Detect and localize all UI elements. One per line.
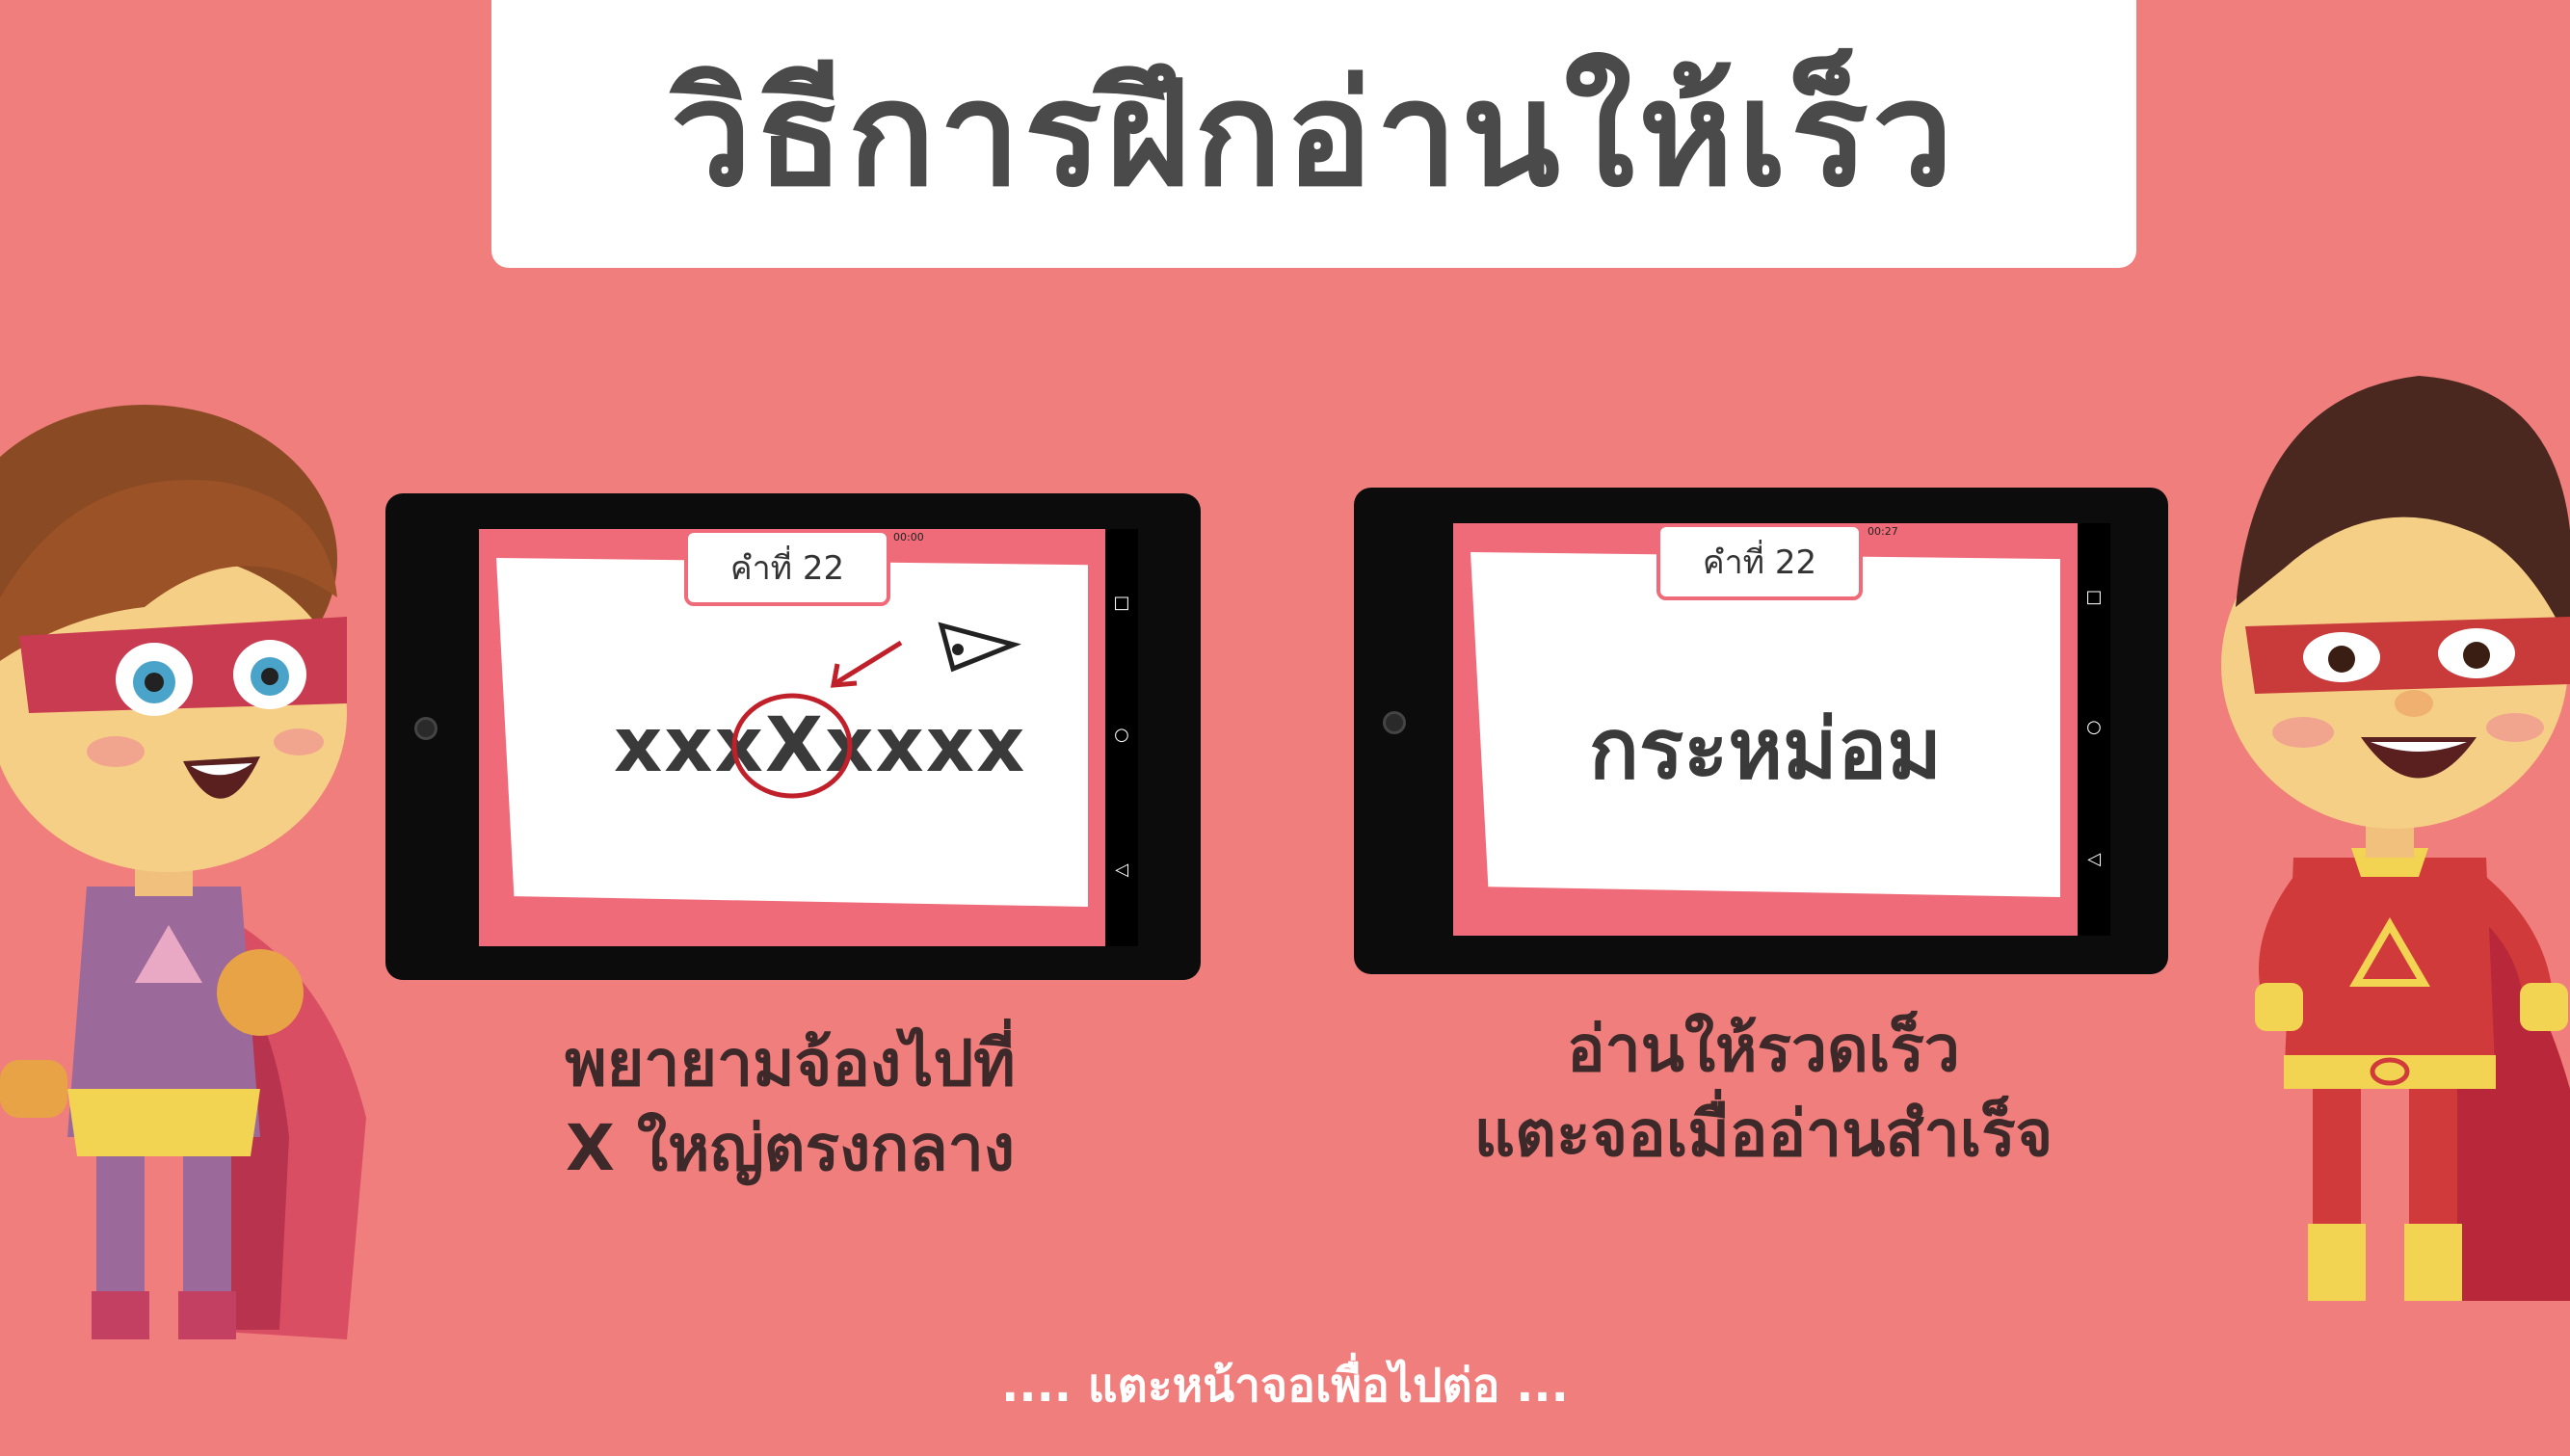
- triangle-back-icon[interactable]: ◁: [1115, 861, 1128, 879]
- reading-word: กระหม่อม: [1588, 702, 1943, 798]
- circle-icon[interactable]: ○: [1114, 727, 1129, 744]
- left-nav-bar: □ ○ ◁: [1105, 529, 1138, 946]
- left-caption-line1: พยายามจ้องไปที่: [565, 1026, 1016, 1100]
- left-caption: พยายามจ้องไปที่ X ใหญ่ตรงกลาง: [463, 1021, 1118, 1191]
- camera-icon: [414, 717, 437, 740]
- right-caption: อ่านให้รวดเร็ว แตะจอเมื่ออ่านสำเร็จ: [1407, 1007, 2120, 1177]
- girl-hero-illustration: [0, 405, 366, 1339]
- right-tablet-screen[interactable]: คำที่ 22 00:27 กระหม่อม: [1453, 523, 2078, 936]
- title-banner: วิธีการฝึกอ่านให้เร็ว: [491, 0, 2136, 268]
- timer-label: 00:27: [1868, 525, 1898, 538]
- boy-hero-illustration: [2221, 376, 2570, 1301]
- word-number-tag: คำที่ 22: [1656, 523, 1863, 600]
- left-tablet-screen[interactable]: คำที่ 22 00:00 xxxXxxxx: [479, 529, 1105, 946]
- square-icon[interactable]: □: [1113, 595, 1129, 612]
- square-icon[interactable]: □: [2085, 589, 2102, 606]
- right-nav-bar: □ ○ ◁: [2078, 523, 2110, 936]
- camera-icon: [1383, 711, 1406, 734]
- circle-icon[interactable]: ○: [2086, 719, 2102, 736]
- right-tablet: คำที่ 22 00:27 กระหม่อม □ ○ ◁: [1354, 488, 2168, 974]
- page-title: วิธีการฝึกอ่านให้เร็ว: [670, 51, 1958, 219]
- left-caption-line2: X ใหญ่ตรงกลาง: [565, 1111, 1016, 1185]
- triangle-back-icon[interactable]: ◁: [2087, 851, 2101, 868]
- tap-to-continue-hint[interactable]: .... แตะหน้าจอเพื่อไปต่อ ...: [675, 1349, 1895, 1422]
- right-caption-line2: แตะจอเมื่ออ่านสำเร็จ: [1473, 1097, 2053, 1171]
- focus-marker-icon: [731, 622, 1021, 799]
- left-tablet: คำที่ 22 00:00 xxxXxxxx □ ○ ◁: [385, 493, 1201, 980]
- right-caption-line1: อ่านให้รวดเร็ว: [1567, 1012, 1960, 1086]
